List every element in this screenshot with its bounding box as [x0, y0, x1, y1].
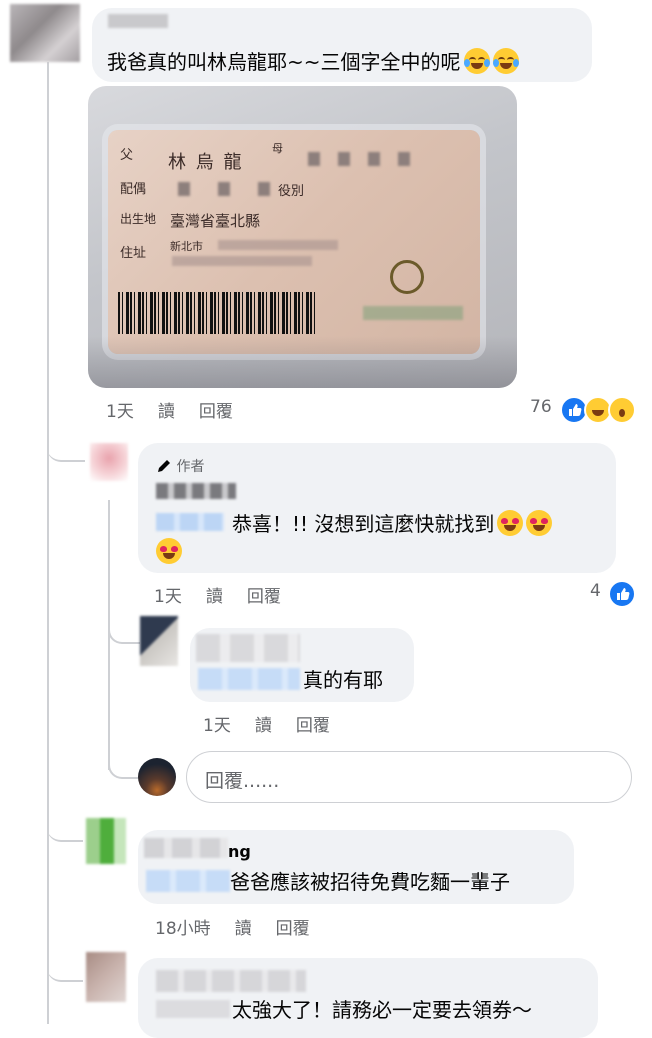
like-button[interactable]: 讀	[255, 716, 272, 736]
comment-bubble: 真的有耶	[190, 628, 414, 702]
comment-timestamp[interactable]: 1天	[154, 587, 182, 607]
commenter-name[interactable]	[108, 14, 168, 28]
comment-actions: 1天 讀 回覆	[106, 397, 257, 422]
avatar[interactable]	[86, 818, 126, 864]
commenter-name[interactable]	[156, 970, 306, 992]
comment-text: 爸爸應該被招待免費吃麵一輩子	[230, 870, 510, 894]
card-birthplace: 臺灣省臺北縣	[170, 212, 261, 230]
thread-connector	[108, 610, 140, 644]
comment-timestamp[interactable]: 1天	[106, 402, 134, 422]
smiling-face-with-heart-eyes-icon	[497, 510, 524, 536]
smiling-face-with-heart-eyes-icon	[526, 510, 553, 536]
comment-actions: 1天 讀 回覆	[154, 582, 305, 607]
reply-button[interactable]: 回覆	[247, 587, 281, 607]
avatar[interactable]	[86, 952, 126, 1002]
comment-text: 我爸真的叫林烏龍耶~~三個字全中的呢	[107, 48, 519, 74]
redacted-text	[172, 256, 312, 266]
id-card: 父 林 烏 龍 母 配偶 役別 出生地 臺灣省臺北縣 住址 新北市	[108, 130, 480, 354]
reply-button[interactable]: 回覆	[199, 402, 233, 422]
reaction-count: 4	[590, 581, 601, 601]
redacted-text	[218, 240, 338, 250]
reaction-summary[interactable]: 76	[530, 396, 642, 424]
author-badge: 作者	[156, 456, 204, 476]
like-reaction-icon	[608, 580, 636, 608]
reply-button[interactable]: 回覆	[296, 716, 330, 736]
card-father-name: 林 烏 龍	[168, 152, 244, 173]
mentioned-user[interactable]	[198, 668, 300, 690]
mentioned-user[interactable]	[146, 870, 230, 892]
thread-connector	[47, 800, 83, 842]
current-user-avatar[interactable]	[138, 758, 176, 796]
avatar[interactable]	[10, 4, 80, 62]
mentioned-user[interactable]	[156, 513, 224, 531]
photo-shadow	[88, 336, 517, 388]
commenter-name[interactable]	[156, 483, 236, 499]
like-button[interactable]: 讀	[158, 402, 175, 422]
reply-button[interactable]: 回覆	[276, 919, 310, 939]
reply-input-placeholder: 回覆......	[205, 770, 280, 792]
face-with-tears-of-joy-icon	[463, 48, 490, 74]
thread-connector	[47, 940, 83, 982]
comment-bubble: 太強大了！請務必一定要去領券～	[138, 958, 598, 1038]
redacted-text	[363, 306, 463, 320]
avatar[interactable]	[90, 443, 128, 481]
reaction-count: 76	[530, 397, 552, 417]
mentioned-user[interactable]	[156, 1000, 230, 1018]
comment-bubble: 我爸真的叫林烏龍耶~~三個字全中的呢	[92, 8, 592, 82]
comment-photo[interactable]: 父 林 烏 龍 母 配偶 役別 出生地 臺灣省臺北縣 住址 新北市	[88, 86, 517, 388]
like-button[interactable]: 讀	[235, 919, 252, 939]
thread-connector	[47, 430, 85, 462]
avatar[interactable]	[140, 616, 178, 666]
commenter-name[interactable]	[144, 838, 228, 858]
reaction-summary[interactable]: 4	[590, 580, 636, 608]
commenter-name[interactable]	[196, 634, 300, 662]
card-label: 役別	[278, 184, 305, 199]
comment-bubble: 作者 恭喜！!! 沒想到這麼快就找到	[138, 443, 616, 573]
barcode	[118, 292, 316, 334]
card-address: 新北市	[170, 240, 203, 253]
emblem-icon	[390, 260, 424, 294]
card-label: 母	[272, 142, 283, 155]
smiling-face-with-heart-eyes-icon	[156, 538, 182, 564]
like-button[interactable]: 讀	[206, 587, 223, 607]
thread-line-main	[47, 62, 49, 1024]
card-label: 出生地	[120, 212, 157, 226]
comment-text: 恭喜！!! 沒想到這麼快就找到	[232, 510, 553, 536]
comment-actions: 1天 讀 回覆	[203, 711, 354, 736]
thread-connector	[108, 745, 140, 779]
face-with-tears-of-joy-icon	[492, 48, 519, 74]
comment-actions: 18小時 讀 回覆	[155, 914, 334, 939]
pencil-icon	[158, 460, 170, 472]
comment-text: 真的有耶	[303, 668, 383, 692]
card-label: 父	[120, 148, 134, 163]
wow-reaction-icon	[608, 396, 636, 424]
card-label: 住址	[120, 246, 147, 261]
comment-text: 太強大了！請務必一定要去領券～	[232, 998, 532, 1022]
commenter-name-suffix[interactable]: ng	[228, 842, 251, 861]
redacted-text	[178, 182, 278, 196]
comment-timestamp[interactable]: 1天	[203, 716, 231, 736]
comment-bubble: ng 爸爸應該被招待免費吃麵一輩子	[138, 830, 574, 904]
redacted-text	[308, 152, 418, 166]
card-label: 配偶	[120, 182, 147, 197]
comment-timestamp[interactable]: 18小時	[155, 919, 211, 939]
reply-input[interactable]: 回覆......	[186, 751, 632, 803]
